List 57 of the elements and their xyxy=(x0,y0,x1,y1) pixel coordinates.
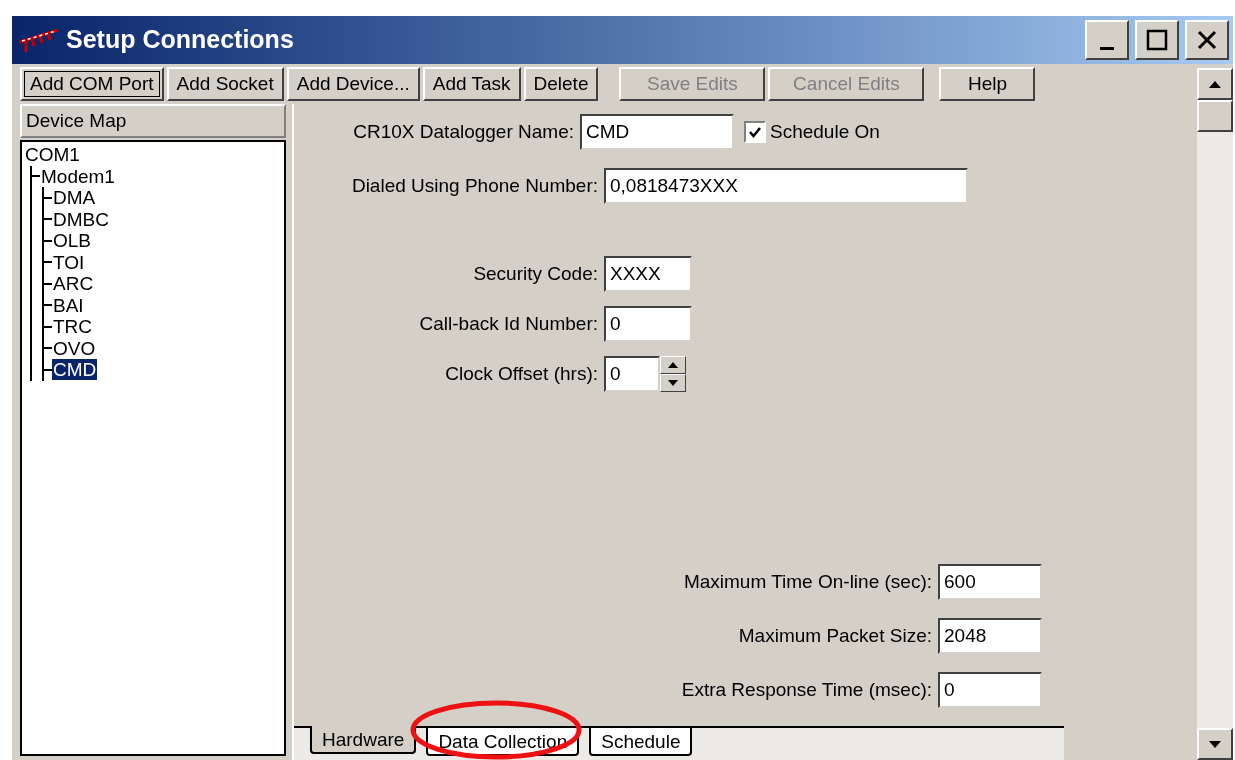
minimize-icon xyxy=(1100,46,1114,50)
panel-title: Device Map xyxy=(26,108,127,133)
up-arrow-icon xyxy=(668,362,678,368)
spin-up-button[interactable] xyxy=(660,356,686,374)
field-label: Dialed Using Phone Number: xyxy=(350,173,599,198)
text-field[interactable]: XXXX xyxy=(604,256,692,292)
text-field[interactable]: 0 xyxy=(604,306,692,342)
field-label: Call-back Id Number: xyxy=(418,311,599,336)
scroll-up-button[interactable] xyxy=(1197,68,1233,100)
spin-down-button[interactable] xyxy=(660,374,686,392)
field-label: Security Code: xyxy=(472,261,599,286)
tree-item[interactable]: COM1 xyxy=(24,144,81,166)
text-field[interactable]: CMD xyxy=(580,114,734,150)
checkbox[interactable] xyxy=(744,121,766,143)
field-label: Clock Offset (hrs): xyxy=(444,361,599,386)
toolbar-button[interactable]: Add Socket xyxy=(166,67,284,101)
scrollbar[interactable] xyxy=(1197,68,1233,760)
field-label: Maximum Time On-line (sec): xyxy=(682,569,933,594)
down-arrow-icon xyxy=(1209,740,1221,748)
maximize-button[interactable] xyxy=(1135,20,1179,60)
tree-item[interactable]: DMBC xyxy=(52,208,110,230)
text-field[interactable]: 0 xyxy=(938,672,1042,708)
close-button[interactable] xyxy=(1185,20,1229,60)
toolbar-button[interactable]: Delete xyxy=(523,67,599,101)
tree-item[interactable]: ARC xyxy=(52,273,95,295)
tree-item[interactable]: OLB xyxy=(52,230,93,252)
tree-item[interactable]: Modem1 xyxy=(40,165,116,187)
toolbar-button[interactable]: Help xyxy=(939,67,1036,101)
antenna-icon xyxy=(18,26,60,54)
tree-item[interactable]: DMA xyxy=(52,187,97,209)
tab[interactable]: Hardware xyxy=(310,726,417,754)
field-label: Extra Response Time (msec): xyxy=(680,677,933,702)
tree-item[interactable]: CMD xyxy=(52,359,98,381)
check-icon xyxy=(748,125,762,139)
text-field[interactable]: 0,0818473XXX xyxy=(604,168,968,204)
field-label: CR10X Datalogger Name: xyxy=(352,119,575,144)
maximize-icon xyxy=(1145,28,1169,52)
toolbar-button[interactable]: Add COM Port xyxy=(20,67,164,101)
tree-item[interactable]: TRC xyxy=(52,316,94,338)
toolbar-button[interactable]: Add Device... xyxy=(286,67,420,101)
close-icon xyxy=(1195,28,1219,52)
text-field[interactable]: 2048 xyxy=(938,618,1042,654)
field-label: Maximum Packet Size: xyxy=(737,623,933,648)
down-arrow-icon xyxy=(668,380,678,386)
tree-item[interactable]: TOI xyxy=(52,251,86,273)
window-title: Setup Connections xyxy=(66,24,295,56)
text-field[interactable]: 0 xyxy=(604,356,660,392)
minimize-button[interactable] xyxy=(1085,20,1129,60)
scroll-thumb[interactable] xyxy=(1197,100,1233,132)
tab[interactable]: Schedule xyxy=(589,728,693,756)
checkbox-label: Schedule On xyxy=(770,119,880,144)
toolbar-button[interactable]: Add Task xyxy=(422,67,521,101)
tree-item[interactable]: OVO xyxy=(52,337,97,359)
scroll-down-button[interactable] xyxy=(1197,728,1233,760)
tree-item[interactable]: BAI xyxy=(52,294,85,316)
up-arrow-icon xyxy=(1209,80,1221,88)
text-field[interactable]: 600 xyxy=(938,564,1042,600)
